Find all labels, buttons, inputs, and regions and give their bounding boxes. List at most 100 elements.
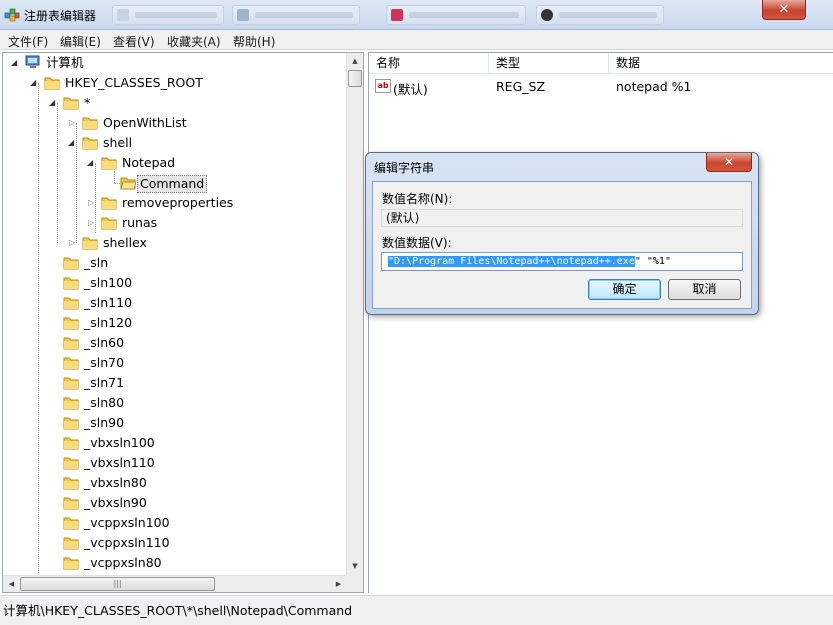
computer-icon [25,55,40,68]
dialog-body: 数值名称(N): (默认) 数值数据(V): "D:\Program Files… [372,181,752,309]
value-name-field: (默认) [381,209,743,227]
tree-item-vbxsln80[interactable]: _vbxsln80 [3,473,343,493]
tree-item-sln60[interactable]: _sln60 [3,333,343,353]
menu-favorites[interactable]: 收藏夹(A) [167,33,221,50]
collapse-icon[interactable]: ◢ [30,79,38,87]
tree-item-computer[interactable]: ◢ 计算机 [3,53,343,73]
scroll-corner [346,575,363,592]
window-close-button[interactable]: ✕ [762,0,806,20]
expand-icon[interactable]: ▷ [88,199,96,207]
folder-icon [63,257,79,270]
unselected-text: " "%1" [634,256,671,267]
folder-icon [82,137,98,150]
collapse-icon[interactable]: ◢ [68,139,76,147]
tree-item-vcppxsln100[interactable]: _vcppxsln100 [3,513,343,533]
folder-icon [63,317,79,330]
menu-help[interactable]: 帮助(H) [233,33,275,50]
folder-icon [63,457,79,470]
tree-item-notepad[interactable]: ◢ Notepad [3,153,343,173]
scroll-up-arrow-icon[interactable]: ▲ [347,53,363,70]
scroll-down-arrow-icon[interactable]: ▼ [347,558,363,575]
column-header-data[interactable]: 数据 [609,53,833,74]
tree-label: Notepad [122,155,176,170]
tree-label: _vbxsln90 [84,495,147,510]
tree-item-shellex[interactable]: ▷ shellex [3,233,343,253]
tree-label: _vcppxsln110 [84,535,170,550]
tree-item-sln120[interactable]: _sln120 [3,313,343,333]
folder-icon [101,217,117,230]
tree-horizontal-scrollbar[interactable]: ◀ ||| ▶ [3,575,347,592]
value-name: (默认) [393,82,428,97]
expand-icon[interactable]: ▷ [69,119,77,127]
tree-vertical-scrollbar[interactable]: ▲ ▼ [346,53,363,575]
tree-label: _vbxsln100 [84,435,155,450]
tree-label: * [84,95,91,110]
ok-button[interactable]: 确定 [588,279,661,300]
scroll-thumb[interactable]: ||| [20,577,215,591]
tree-item-removeproperties[interactable]: ▷ removeproperties [3,193,343,213]
status-path: 计算机\HKEY_CLASSES_ROOT\*\shell\Notepad\Co… [3,603,353,618]
folder-icon [63,517,79,530]
tree-item-sln110[interactable]: _sln110 [3,293,343,313]
tree-label: 计算机 [46,55,84,70]
tree-item-openwithlist[interactable]: ▷ OpenWithList [3,113,343,133]
menu-view[interactable]: 查看(V) [113,33,155,50]
taskbar-tab-3[interactable] [386,5,526,25]
menu-file[interactable]: 文件(F) [8,33,48,50]
expand-icon[interactable]: ▷ [88,219,96,227]
tree-item-sln80[interactable]: _sln80 [3,393,343,413]
tree-label: _vcppxsln80 [84,555,162,570]
scroll-left-arrow-icon[interactable]: ◀ [3,576,20,592]
tree-label: _sln90 [84,415,125,430]
tree-item-vcppxsln110[interactable]: _vcppxsln110 [3,533,343,553]
tree-item-hkcr[interactable]: ◢ HKEY_CLASSES_ROOT [3,73,343,93]
tree-item-vbxsln90[interactable]: _vbxsln90 [3,493,343,513]
tree-label: _sln70 [84,355,125,370]
menu-edit[interactable]: 编辑(E) [60,33,101,50]
taskbar-tab-2[interactable] [232,5,360,25]
value-name-label: 数值名称(N): [382,192,453,206]
values-list[interactable]: 名称 类型 数据 ab (默认) REG_SZ notepad %1 [368,52,833,593]
tree-item-sln71[interactable]: _sln71 [3,373,343,393]
tree-item-sln100[interactable]: _sln100 [3,273,343,293]
tree-item-star[interactable]: ◢ * [3,93,343,113]
column-header-name[interactable]: 名称 [369,53,489,74]
tree-item-sln[interactable]: _sln [3,253,343,273]
title-bar: 注册表编辑器 ✕ [0,0,833,30]
folder-icon [63,497,79,510]
dialog-title: 编辑字符串 [374,161,435,175]
list-header: 名称 类型 数据 [369,53,833,74]
collapse-icon[interactable]: ◢ [87,159,95,167]
status-bar: 计算机\HKEY_CLASSES_ROOT\*\shell\Notepad\Co… [0,595,833,625]
scroll-right-arrow-icon[interactable]: ▶ [330,576,347,592]
scroll-thumb[interactable] [348,70,362,87]
value-data-input[interactable]: "D:\Program Files\Notepad++\notepad++.ex… [381,252,743,271]
tree-item-sln70[interactable]: _sln70 [3,353,343,373]
dialog-close-button[interactable]: ✕ [706,153,752,172]
folder-icon [101,157,117,170]
tree-label: OpenWithList [103,115,187,130]
tree-item-shell[interactable]: ◢ shell [3,133,343,153]
registry-tree[interactable]: ◢ 计算机 ◢ HKEY_CLASSES_ROOT ◢ * ▷ OpenWith… [2,52,364,593]
folder-open-icon [120,177,136,190]
collapse-icon[interactable]: ◢ [49,99,57,107]
tree-item-vbxsln100[interactable]: _vbxsln100 [3,433,343,453]
expand-icon[interactable]: ▷ [69,239,77,247]
collapse-icon[interactable]: ◢ [11,59,19,67]
tree-item-sln90[interactable]: _sln90 [3,413,343,433]
folder-icon [63,277,79,290]
tree-item-command[interactable]: Command [3,173,343,193]
folder-icon [63,437,79,450]
taskbar-tab-4[interactable] [536,5,664,25]
column-header-type[interactable]: 类型 [489,53,609,74]
close-icon: ✕ [723,155,735,169]
tree-item-vbxsln110[interactable]: _vbxsln110 [3,453,343,473]
cancel-button[interactable]: 取消 [668,279,741,300]
taskbar-tab-1[interactable] [112,5,224,25]
tree-item-vcppxsln80[interactable]: _vcppxsln80 [3,553,343,573]
tree-item-runas[interactable]: ▷ runas [3,213,343,233]
value-data: notepad %1 [616,79,692,94]
menu-bar: 文件(F) 编辑(E) 查看(V) 收藏夹(A) 帮助(H) [0,30,833,50]
tree-label: _vbxsln110 [84,455,155,470]
tree-label: _vbxsln80 [84,475,147,490]
